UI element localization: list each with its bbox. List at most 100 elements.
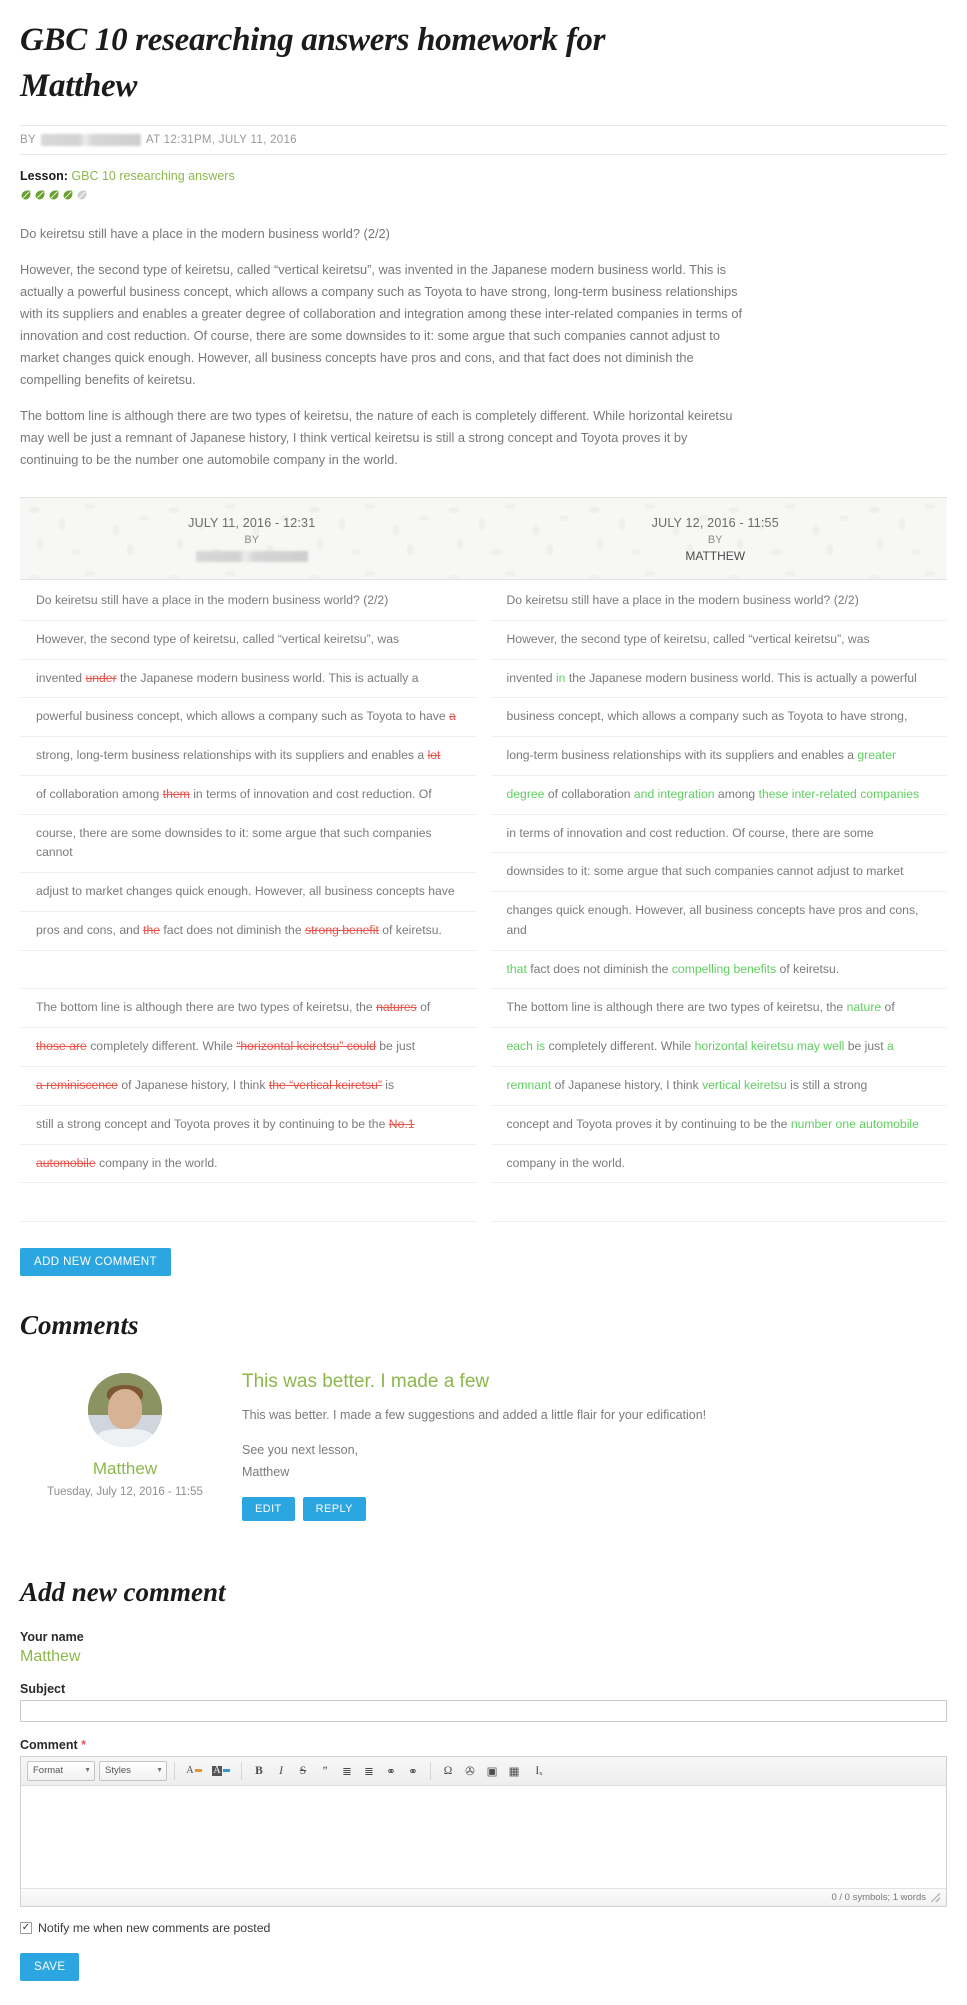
comment-actions: EDIT REPLY (242, 1496, 947, 1521)
comment-field-label-text: Comment (20, 1737, 78, 1752)
lesson-link[interactable]: GBC 10 researching answers (71, 169, 234, 183)
subject-input[interactable] (20, 1699, 947, 1722)
diff-row: changes quick enough. However, all busin… (490, 892, 947, 951)
diff-row: that fact does not diminish the compelli… (490, 951, 947, 990)
insert-table-icon[interactable]: ▦ (504, 1761, 524, 1781)
special-char-icon[interactable]: Ω (438, 1761, 458, 1781)
toolbar-separator (430, 1761, 431, 1780)
article-paragraph: Do keiretsu still have a place in the mo… (20, 226, 390, 242)
insert-image-icon[interactable]: ▣ (482, 1761, 502, 1781)
diff-unchanged: changes quick enough. However, all busin… (506, 903, 919, 937)
text-color-icon[interactable]: A (182, 1761, 206, 1781)
rating-leaf-icon (21, 190, 31, 200)
comments-heading: Comments (20, 1310, 139, 1341)
diff-unchanged: is still a strong (786, 1078, 868, 1093)
chevron-down-icon: ▼ (156, 1767, 163, 1775)
diff-addition: degree (506, 786, 545, 801)
diff-deletion: No.1 (388, 1116, 415, 1131)
diff-unchanged: powerful business concept, which allows … (36, 709, 450, 724)
diff-row: Do keiretsu still have a place in the mo… (490, 582, 947, 621)
comment-title[interactable]: This was better. I made a few (242, 1371, 947, 1393)
article-paragraph: The bottom line is although there are tw… (20, 408, 733, 468)
diff-addition: each is (506, 1039, 546, 1054)
add-comment-wrap: ADD NEW COMMENT (20, 1248, 947, 1277)
diff-row: downsides to it: some argue that such co… (490, 853, 947, 893)
comment-editor: Format ▼ Styles ▼ AA B I S” ≣ ≣ ⚭ ⚭ Ω ✇ ▣ ▦ Iₓ 0 /… (20, 1755, 947, 1907)
diff-unchanged: of keiretsu. (776, 961, 840, 976)
format-combo[interactable]: Format ▼ (27, 1760, 95, 1781)
diff-addition: number one automobile (790, 1116, 919, 1131)
subject-field-label: Subject (20, 1681, 66, 1696)
diff-unchanged: fact does not diminish the (160, 922, 305, 937)
diff-row: still a strong concept and Toyota proves… (20, 1106, 477, 1145)
diff-row (490, 1183, 947, 1223)
italic-icon[interactable]: I (271, 1761, 291, 1781)
diff-row: those are completely different. While “h… (20, 1028, 477, 1068)
diff-row: invented under the Japanese modern busin… (20, 660, 477, 699)
diff-unchanged: in terms of innovation and cost reductio… (506, 825, 874, 840)
notify-label: Notify me when new comments are posted (38, 1920, 271, 1935)
insert-media-icon[interactable]: ✇ (460, 1761, 480, 1781)
diff-unchanged: downsides to it: some argue that such co… (506, 864, 904, 879)
diff-row: business concept, which allows a company… (490, 698, 947, 738)
editor-word-count: 0 / 0 symbols; 1 words (831, 1891, 926, 1903)
resize-grip-icon[interactable] (931, 1892, 940, 1902)
unlink-icon[interactable]: ⚭ (403, 1761, 423, 1781)
diff-unchanged: is (381, 1078, 395, 1093)
editor-toolbar: Format ▼ Styles ▼ AA B I S” ≣ ≣ ⚭ ⚭ Ω ✇ ▣ ▦ Iₓ (21, 1756, 946, 1786)
diff-unchanged: of Japanese history, I think (551, 1078, 703, 1093)
diff-row: company in the world. (490, 1145, 947, 1184)
diff-row: invented in the Japanese modern business… (490, 660, 947, 699)
diff-row: The bottom line is although there are tw… (20, 989, 477, 1029)
diff-row: remnant of Japanese history, I think ver… (490, 1067, 947, 1106)
styles-combo[interactable]: Styles ▼ (99, 1760, 167, 1781)
diff-unchanged: pros and cons, and (36, 922, 144, 937)
diff-unchanged: company in the world. (506, 1155, 626, 1170)
comment-author[interactable]: Matthew (20, 1459, 230, 1479)
notify-checkbox[interactable]: ✓ (20, 1921, 32, 1934)
link-icon[interactable]: ⚭ (381, 1761, 401, 1781)
diff-deletion: automobile (36, 1155, 96, 1170)
diff-addition: nature (846, 1000, 882, 1015)
diff-unchanged: of collaboration (544, 786, 634, 801)
diff-row: The bottom line is although there are tw… (490, 989, 947, 1029)
diff-row: a reminiscence of Japanese history, I th… (20, 1067, 477, 1106)
diff-unchanged: of keiretsu. (378, 922, 442, 937)
remove-format-icon[interactable]: Iₓ (526, 1761, 552, 1781)
diff-unchanged: company in the world. (95, 1155, 218, 1170)
comment-body: This was better. I made a few This was b… (230, 1367, 947, 1521)
comment-edit-button[interactable]: EDIT (242, 1496, 295, 1521)
blockquote-icon[interactable]: ” (315, 1761, 335, 1781)
strikethrough-icon[interactable]: S (293, 1761, 313, 1781)
diff-addition: horizontal keiretsu may well (694, 1039, 845, 1054)
page-container: GBC 10 researching answers homework for … (0, 0, 967, 2005)
editor-textarea[interactable] (21, 1785, 946, 1888)
notify-checkbox-row[interactable]: ✓ Notify me when new comments are posted (20, 1921, 947, 1935)
diff-unchanged: concept and Toyota proves it by continui… (506, 1116, 791, 1131)
bold-icon[interactable]: B (249, 1761, 269, 1781)
comment-reply-button[interactable]: REPLY (302, 1496, 366, 1521)
lesson-line: Lesson: GBC 10 researching answers (20, 169, 947, 183)
required-asterisk: * (81, 1737, 87, 1752)
diff-right-author: MATTHEW (685, 549, 746, 564)
diff-addition: vertical keiretsu (702, 1078, 787, 1093)
diff-row (20, 1183, 477, 1223)
diff-unchanged: However, the second type of keiretsu, ca… (506, 631, 870, 646)
save-button[interactable]: SAVE (20, 1952, 80, 1981)
toolbar-group-format: B I S” ≣ ≣ ⚭ ⚭ (249, 1761, 423, 1781)
diff-deletion: a reminiscence (36, 1078, 118, 1093)
comment-field-label: Comment * (20, 1738, 947, 1752)
diff-unchanged: be just (844, 1039, 887, 1054)
diff-addition: compelling benefits (671, 961, 777, 976)
diff-unchanged: The bottom line is although there are tw… (36, 1000, 377, 1015)
bulleted-list-icon[interactable]: ≣ (359, 1761, 379, 1781)
chevron-down-icon: ▼ (84, 1767, 91, 1775)
revision-diff: JULY 11, 2016 - 12:31 BY JULY 12, 2016 -… (20, 497, 947, 1223)
diff-row: adjust to market changes quick enough. H… (20, 873, 477, 912)
background-color-icon[interactable]: A (208, 1761, 234, 1781)
add-new-comment-button[interactable]: ADD NEW COMMENT (20, 1248, 171, 1277)
diff-unchanged: completely different. While (545, 1039, 695, 1054)
diff-row: concept and Toyota proves it by continui… (490, 1106, 947, 1145)
numbered-list-icon[interactable]: ≣ (337, 1761, 357, 1781)
diff-unchanged: completely different. While (86, 1039, 237, 1054)
